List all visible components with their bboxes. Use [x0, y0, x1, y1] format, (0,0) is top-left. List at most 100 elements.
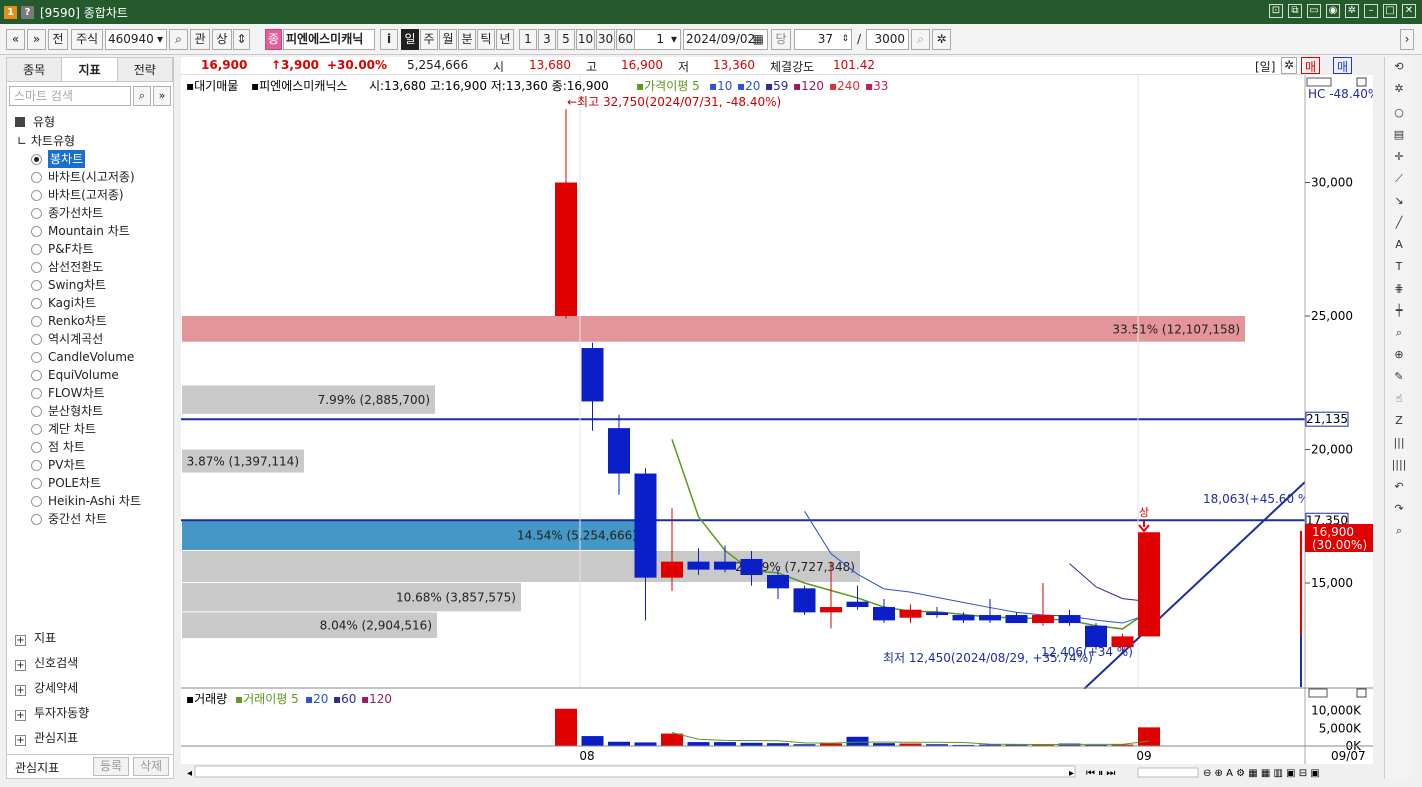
period-tab-1[interactable]: 주 [420, 29, 438, 50]
fibo-icon[interactable]: ⋕ [1391, 281, 1407, 297]
toolbar-settings-icon[interactable]: ✲ [932, 29, 951, 50]
radio-icon[interactable] [31, 189, 42, 201]
count-input[interactable]: 37 ⇕ [794, 29, 852, 50]
chart-type-item[interactable]: 종가선차트 [7, 204, 173, 222]
interval-button-10[interactable]: 10 [576, 29, 595, 50]
radio-icon[interactable] [31, 513, 42, 525]
settings-icon[interactable]: ✲ [1345, 4, 1359, 18]
stock-name-field[interactable]: 피엔에스미캐닉 [283, 29, 375, 50]
copy-icon[interactable]: ⧉ [1288, 4, 1302, 18]
smart-search-input[interactable]: 스마트 검색 [9, 86, 131, 106]
bars2-icon[interactable]: |||| [1391, 457, 1407, 473]
text-icon[interactable]: T [1391, 259, 1407, 275]
expand-icon[interactable]: + [15, 685, 26, 696]
candle-icon[interactable]: ┿ [1391, 303, 1407, 319]
chart-type-item[interactable]: 분산형차트 [7, 402, 173, 420]
indicator-group-2[interactable]: + 강세약세 [7, 676, 173, 701]
expand-icon[interactable]: + [15, 735, 26, 746]
search-icon[interactable]: ⌕ [169, 29, 188, 50]
related-button[interactable]: 상 [212, 29, 232, 50]
radio-icon[interactable] [31, 171, 42, 183]
info-button[interactable]: i [380, 29, 398, 50]
interval-input[interactable]: 1 ▾ [633, 29, 681, 50]
redo-icon[interactable]: ↷ [1391, 501, 1407, 517]
chart-type-item[interactable]: 계단 차트 [7, 420, 173, 438]
chart-type-item[interactable]: 역시계곡선 [7, 330, 173, 348]
eraser-icon[interactable]: ✎ [1391, 369, 1407, 385]
radio-icon[interactable] [31, 441, 42, 453]
prev-stock-button[interactable]: « [6, 29, 25, 50]
circle-icon[interactable]: ○ [1391, 105, 1407, 121]
radio-icon[interactable] [31, 423, 42, 435]
delete-button[interactable]: 삭제 [133, 757, 169, 776]
expand-icon[interactable]: + [15, 635, 26, 646]
chart-type-item[interactable]: Kagi차트 [7, 294, 173, 312]
expand-icon[interactable]: › [1400, 29, 1414, 50]
register-button[interactable]: 등록 [93, 757, 129, 776]
zigzag-icon[interactable]: Z [1391, 413, 1407, 429]
radio-icon[interactable] [31, 315, 42, 327]
close-icon[interactable]: ✕ [1402, 4, 1416, 18]
radio-icon[interactable] [31, 297, 42, 309]
minimize-icon[interactable]: – [1364, 4, 1378, 18]
market-select[interactable]: 주식 [71, 29, 103, 50]
chart-icon[interactable]: ▤ [1391, 127, 1407, 143]
indicator-group-0[interactable]: + 지표 [7, 626, 173, 651]
radio-icon[interactable] [31, 369, 42, 381]
next-stock-button[interactable]: » [27, 29, 46, 50]
ray-icon[interactable]: ↘ [1391, 193, 1407, 209]
crosshair-icon[interactable]: ✛ [1391, 149, 1407, 165]
period-tab-3[interactable]: 분 [458, 29, 476, 50]
total-input[interactable]: 3000 [866, 29, 909, 50]
chart-type-item[interactable]: 바차트(시고저종) [7, 168, 173, 186]
all-button[interactable]: 전 [48, 29, 68, 50]
hand-icon[interactable]: ☝ [1391, 391, 1407, 407]
date-input[interactable]: 2024/09/02 ▦ [683, 29, 768, 50]
period-tab-0[interactable]: 일 [401, 29, 419, 50]
chart-type-item[interactable]: 점 차트 [7, 438, 173, 456]
chart-type-item[interactable]: CandleVolume [7, 348, 173, 366]
radio-icon[interactable] [31, 495, 42, 507]
chart-type-item[interactable]: 삼선전환도 [7, 258, 173, 276]
chart-type-item[interactable]: Mountain 차트 [7, 222, 173, 240]
stock-code-input[interactable]: 460940 ▾ [105, 29, 167, 50]
chart-type-item[interactable]: POLE차트 [7, 474, 173, 492]
bars-icon[interactable]: ||| [1391, 435, 1407, 451]
watch-button[interactable]: 관 [190, 29, 210, 50]
chart-type-item[interactable]: Renko차트 [7, 312, 173, 330]
interval-button-5[interactable]: 5 [557, 29, 575, 50]
radio-icon[interactable] [31, 153, 42, 165]
zoom-in-icon[interactable]: ⊕ [1391, 347, 1407, 363]
indicator-group-3[interactable]: + 투자자동향 [7, 701, 173, 726]
radio-icon[interactable] [31, 477, 42, 489]
undo-icon[interactable]: ↶ [1391, 479, 1407, 495]
chart-type-item[interactable]: FLOW차트 [7, 384, 173, 402]
period-tab-2[interactable]: 월 [439, 29, 457, 50]
expand-icon[interactable]: + [15, 710, 26, 721]
search-icon[interactable]: ⌕ [1391, 523, 1407, 539]
period-tab-4[interactable]: 틱 [477, 29, 495, 50]
left-tab-1[interactable]: 지표 [62, 58, 118, 81]
chart-type-item[interactable]: Heikin-Ashi 차트 [7, 492, 173, 510]
interval-button-3[interactable]: 3 [538, 29, 556, 50]
indicator-group-1[interactable]: + 신호검색 [7, 651, 173, 676]
chart-type-item[interactable]: PV차트 [7, 456, 173, 474]
sell-button[interactable]: 매도 [1333, 57, 1353, 91]
dang-button[interactable]: 당 [771, 29, 791, 50]
indicator-group-4[interactable]: + 관심지표 [7, 726, 173, 751]
radio-icon[interactable] [31, 333, 42, 345]
zoom-search-icon[interactable]: ⌕ [911, 29, 930, 50]
chart-type-item[interactable]: 봉차트 [7, 150, 173, 168]
line-icon[interactable]: ╱ [1391, 215, 1407, 231]
zoom-icon[interactable]: ⌕ [1391, 325, 1407, 341]
section-header[interactable]: 유형 [7, 112, 173, 132]
radio-icon[interactable] [31, 207, 42, 219]
chart-type-item[interactable]: EquiVolume [7, 366, 173, 384]
chart-type-item[interactable]: 중간선 차트 [7, 510, 173, 528]
period-tab-5[interactable]: 년 [496, 29, 514, 50]
interval-button-60[interactable]: 60 [616, 29, 635, 50]
chart-type-item[interactable]: 바차트(고저종) [7, 186, 173, 204]
interval-button-1[interactable]: 1 [519, 29, 537, 50]
chart-area[interactable]: 33.51% (12,107,158) 7.99% (2,885,700) 3.87… [181, 75, 1379, 780]
radio-icon[interactable] [31, 261, 42, 273]
